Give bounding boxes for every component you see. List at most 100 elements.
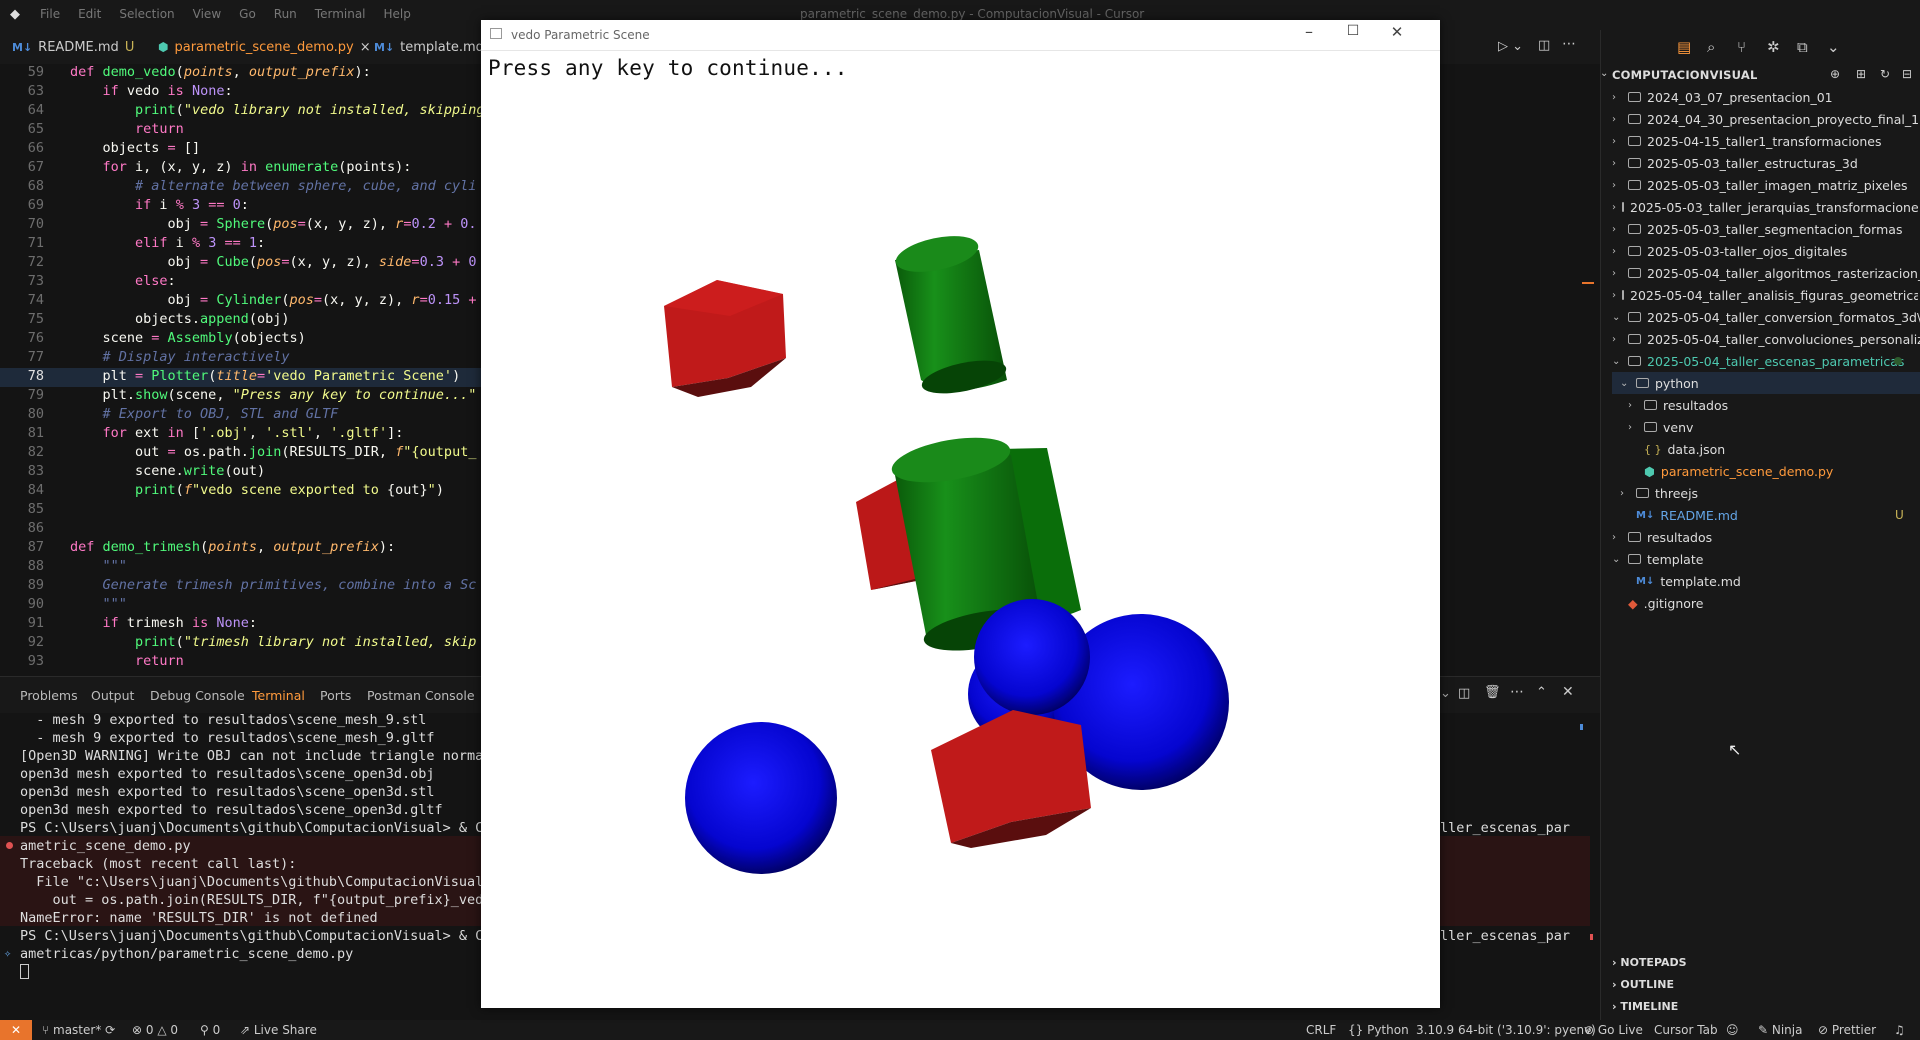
code-line: 86 [27, 520, 44, 536]
code-line: 68 # alternate between sphere, cube, and… [27, 178, 477, 194]
tree-folder[interactable]: › 2025-05-03_taller_jerarquias_transforma… [1612, 196, 1918, 218]
minimize-icon[interactable]: – [1289, 22, 1329, 41]
tree-folder[interactable]: ⌄ template [1612, 548, 1703, 570]
menu-run[interactable]: Run [274, 7, 297, 21]
collapse-all-icon[interactable]: ⊟ [1902, 67, 1912, 81]
code-line: 65 return [27, 121, 184, 137]
go-live-button[interactable]: ⊚ Go Live [1584, 1023, 1643, 1037]
tree-file-active[interactable]: ⬢ parametric_scene_demo.py [1644, 460, 1833, 482]
prettier-status[interactable]: ⊘ Prettier [1818, 1023, 1876, 1037]
tree-folder[interactable]: › 2025-05-03_taller_imagen_matriz_pixeles [1612, 174, 1908, 196]
tree-folder[interactable]: ⌄ 2025-05-04_taller_conversion_formatos_3… [1612, 306, 1920, 328]
menu-go[interactable]: Go [239, 7, 256, 21]
tree-file[interactable]: M↓ README.md [1636, 504, 1738, 526]
chevron-down-icon[interactable]: ⌄ [1600, 68, 1608, 79]
menu-help[interactable]: Help [384, 7, 411, 21]
search-icon[interactable]: ⌕ [1707, 38, 1715, 56]
tree-file[interactable]: M↓ template.md [1636, 570, 1741, 592]
chevron-down-icon[interactable]: ⌄ [1440, 686, 1451, 701]
tree-folder[interactable]: › 2025-05-04_taller_convoluciones_persona… [1612, 328, 1920, 350]
vedo-title-bar[interactable]: vedo Parametric Scene – ☐ ✕ [481, 20, 1440, 51]
tree-folder[interactable]: › 2025-05-03-taller_ojos_digitales [1612, 240, 1847, 262]
remote-indicator[interactable]: ✕ [0, 1020, 32, 1040]
tree-folder[interactable]: › resultados [1612, 526, 1712, 548]
cursor-tab-status[interactable]: Cursor Tab [1654, 1023, 1718, 1037]
tree-folder[interactable]: › threejs [1620, 482, 1698, 504]
problems-status[interactable]: ⊗ 0 △ 0 [132, 1023, 178, 1037]
extensions-icon[interactable]: ✲ [1767, 38, 1780, 56]
code-line: 84 print(f"vedo scene exported to {out}"… [27, 482, 444, 498]
tab-template[interactable]: M↓ template.md [364, 30, 494, 64]
tab-label: README.md [38, 39, 119, 55]
more-actions-icon[interactable]: ⋯ [1562, 36, 1576, 52]
tree-file[interactable]: { } data.json [1644, 438, 1725, 460]
code-line: 76 scene = Assembly(objects) [27, 330, 306, 346]
markdown-icon: M↓ [1636, 575, 1655, 587]
tree-folder[interactable]: › 2025-05-03_taller_segmentacion_formas [1612, 218, 1902, 240]
close-panel-icon[interactable]: ✕ [1562, 684, 1574, 700]
vedo-scene-canvas[interactable] [481, 50, 1440, 1008]
code-line: 59 def demo_vedo(points, output_prefix): [27, 64, 371, 80]
run-icon[interactable]: ▷ ⌄ [1498, 39, 1523, 54]
tab-ports[interactable]: Ports [320, 688, 351, 703]
tab-parametric-scene-demo[interactable]: ⬢ parametric_scene_demo.py × [148, 30, 381, 64]
tree-folder[interactable]: › 2025-05-04_taller_analisis_figuras_geom… [1612, 284, 1918, 306]
trash-icon[interactable]: 🗑 [1484, 685, 1501, 700]
section-notepads[interactable]: › NOTEPADS [1612, 956, 1687, 969]
split-editor-icon[interactable]: ◫ [1538, 38, 1550, 53]
tab-postman-console[interactable]: Postman Console [367, 688, 475, 703]
chevron-right-icon: › [1612, 135, 1616, 147]
split-terminal-icon[interactable]: ◫ [1458, 686, 1470, 701]
section-outline[interactable]: › OUTLINE [1612, 978, 1674, 991]
interpreter-status[interactable]: 3.10.9 64-bit ('3.10.9': pyenv) [1416, 1023, 1596, 1037]
vedo-window-title: vedo Parametric Scene [511, 28, 650, 42]
tree-folder[interactable]: › 2024_04_30_presentacion_proyecto_final_… [1612, 108, 1919, 130]
section-timeline[interactable]: › TIMELINE [1612, 1000, 1678, 1013]
bell-icon[interactable]: ♫ [1894, 1023, 1905, 1037]
live-share-button[interactable]: ⇗ Live Share [240, 1023, 317, 1037]
menu-selection[interactable]: Selection [119, 7, 174, 21]
new-file-icon[interactable]: ⊕ [1830, 67, 1840, 81]
vedo-window[interactable]: vedo Parametric Scene – ☐ ✕ Press any ke… [481, 20, 1440, 1008]
tree-folder[interactable]: › 2025-05-04_taller_algoritmos_rasterizac… [1612, 262, 1920, 284]
menu-edit[interactable]: Edit [78, 7, 101, 21]
eol-status[interactable]: CRLF [1306, 1023, 1336, 1037]
menu-view[interactable]: View [193, 7, 221, 21]
tab-debug-console[interactable]: Debug Console [150, 688, 245, 703]
tree-folder-open[interactable]: ⌄ 2025-05-04_taller_escenas_parametricas [1612, 350, 1904, 372]
tab-readme[interactable]: M↓ README.md U [2, 30, 144, 64]
tree-folder[interactable]: › 2025-05-03_taller_estructuras_3d [1612, 152, 1858, 174]
maximize-panel-icon[interactable]: ⌃ [1536, 685, 1547, 700]
code-line: 71 elif i % 3 == 1: [27, 235, 266, 251]
language-status[interactable]: {} Python [1348, 1023, 1409, 1037]
tree-folder[interactable]: › resultados [1628, 394, 1728, 416]
tree-file[interactable]: ◆ .gitignore [1628, 592, 1703, 614]
tree-folder[interactable]: › 2025-04-15_taller1_transformaciones [1612, 130, 1882, 152]
refresh-icon[interactable]: ↻ [1880, 67, 1890, 81]
tab-output[interactable]: Output [91, 688, 134, 703]
menu-terminal[interactable]: Terminal [315, 7, 366, 21]
ninja-status[interactable]: ✎ Ninja [1758, 1023, 1802, 1037]
ports-status[interactable]: ⚲ 0 [200, 1023, 220, 1037]
tab-terminal[interactable]: Terminal [252, 688, 305, 703]
more-actions-icon[interactable]: ⋯ [1510, 684, 1524, 700]
code-editor[interactable]: 59 def demo_vedo(points, output_prefix): … [0, 64, 482, 676]
files-icon[interactable]: ▤ [1677, 38, 1691, 56]
tree-folder[interactable]: › venv [1628, 416, 1693, 438]
folder-icon [1628, 136, 1641, 146]
modified-dot [1894, 357, 1902, 365]
close-icon[interactable]: ✕ [1377, 23, 1417, 41]
tree-folder-python[interactable]: ⌄ python [1612, 372, 1920, 394]
chevron-down-icon[interactable]: ⌄ [1827, 38, 1840, 56]
remote-explorer-icon[interactable]: ⧉ [1797, 38, 1808, 56]
tree-folder[interactable]: › 2024_03_07_presentacion_01 [1612, 86, 1833, 108]
terminal-line: Traceback (most recent call last): [20, 856, 297, 872]
maximize-icon[interactable]: ☐ [1333, 23, 1373, 39]
code-line: 73 else: [27, 273, 176, 289]
menu-file[interactable]: File [40, 7, 60, 21]
copilot-icon[interactable]: ☺ [1726, 1023, 1739, 1037]
branch-status[interactable]: ⑂ master* ⟳ [42, 1023, 115, 1037]
new-folder-icon[interactable]: ⊞ [1856, 67, 1866, 81]
source-control-icon[interactable]: ⑂ [1737, 38, 1746, 56]
tab-problems[interactable]: Problems [20, 688, 78, 703]
